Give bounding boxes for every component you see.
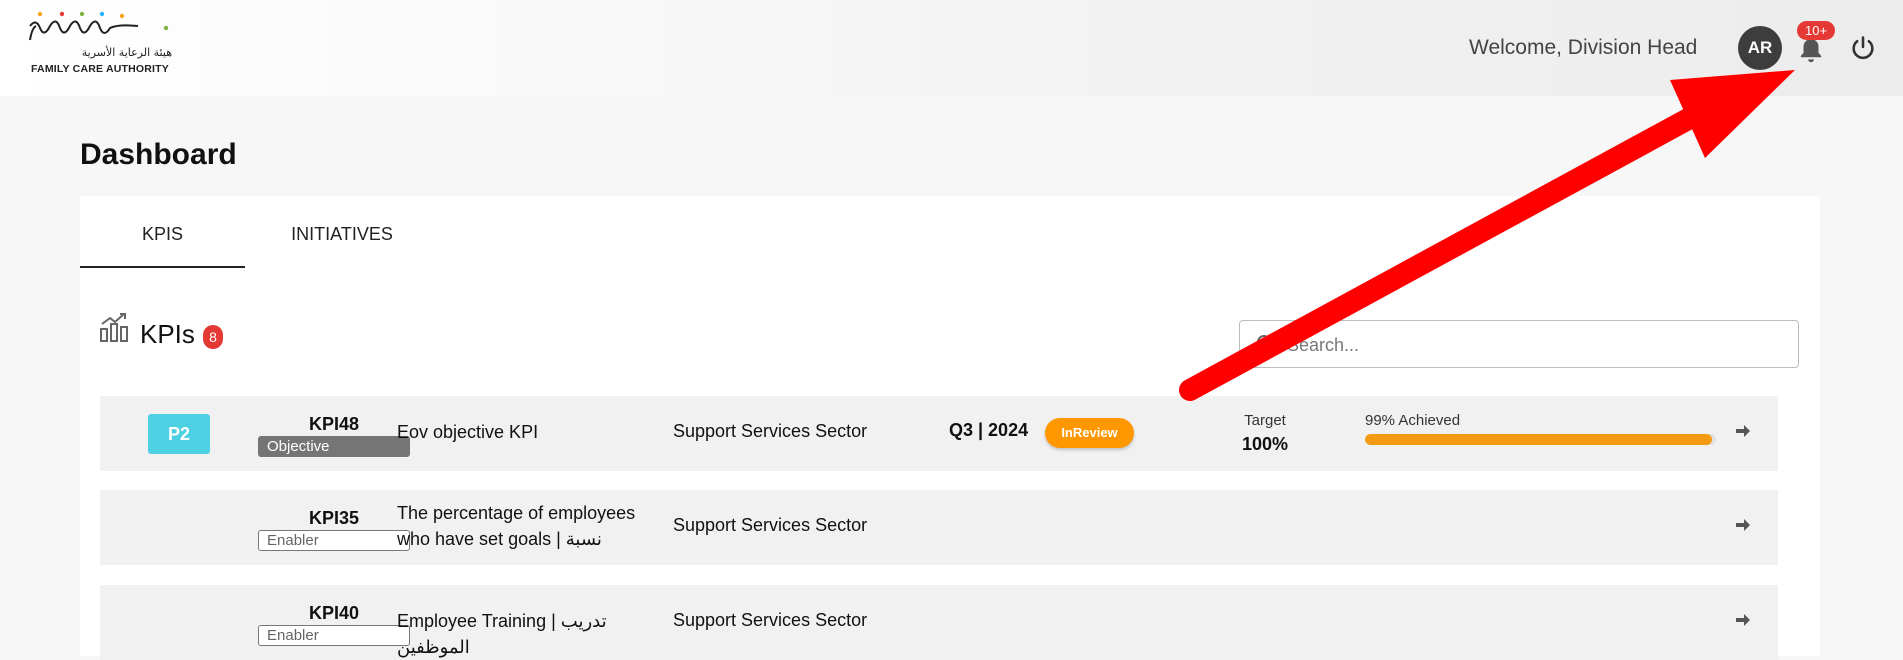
priority-badge: P2 <box>148 414 210 454</box>
kpi-code: KPI48 <box>308 414 360 434</box>
progress-fill <box>1365 434 1713 445</box>
target-value: 100% <box>1241 434 1289 454</box>
kpi-row[interactable]: P2 KPI48 Objective Eov objective KPI Sup… <box>100 396 1778 471</box>
kpi-type-tag: Enabler <box>258 625 410 646</box>
kpi-name: Employee Training | تدريب الموظفين <box>397 611 607 657</box>
kpi-count-badge: 8 <box>203 325 223 349</box>
welcome-text: Welcome, Division Head <box>1469 36 1698 59</box>
dashboard-panel: KPIS INITIATIVES KPIs 8 P2 KPI48 Objecti… <box>80 196 1820 660</box>
kpi-code: KPI40 <box>308 603 360 623</box>
tab-kpis[interactable]: KPIS <box>80 196 245 268</box>
page-title: Dashboard <box>80 138 237 171</box>
kpis-section-title: KPIs <box>140 319 195 349</box>
arrow-right-icon[interactable] <box>1734 422 1752 440</box>
power-icon[interactable] <box>1849 34 1877 62</box>
achieved-label: 99% Achieved <box>1365 412 1461 429</box>
target-label: Target <box>1244 412 1286 429</box>
notification-badge: 10+ <box>1797 21 1836 40</box>
search-input[interactable] <box>1285 323 1789 367</box>
chart-growth-icon <box>100 313 128 342</box>
arrow-right-icon[interactable] <box>1734 516 1752 534</box>
kpi-type-tag: Enabler <box>258 530 410 551</box>
kpi-sector: Support Services Sector <box>673 421 868 441</box>
user-avatar[interactable]: AR <box>1738 26 1782 70</box>
arrow-right-icon[interactable] <box>1734 611 1752 629</box>
brand-name-english: FAMILY CARE AUTHORITY <box>31 63 169 75</box>
kpi-name: The percentage of employees who have set… <box>397 503 636 549</box>
search-icon <box>1257 335 1275 353</box>
kpi-row[interactable]: KPI35 Enabler The percentage of employee… <box>100 490 1778 565</box>
tab-initiatives[interactable]: INITIATIVES <box>252 196 432 266</box>
kpi-row[interactable]: KPI40 Enabler Employee Training | تدريب … <box>100 585 1778 660</box>
kpi-sector: Support Services Sector <box>673 515 868 535</box>
kpi-sector: Support Services Sector <box>673 610 868 630</box>
progress-bar <box>1365 434 1716 445</box>
kpi-type-tag: Objective <box>258 436 410 457</box>
kpi-period: Q3 | 2024 <box>949 420 1029 440</box>
search-box <box>1239 320 1799 368</box>
status-badge: InReview <box>1045 418 1134 448</box>
top-header: هيئة الرعاية الأسرية FAMILY CARE AUTHORI… <box>0 0 1903 96</box>
kpi-code: KPI35 <box>308 508 360 528</box>
kpi-name: Eov objective KPI <box>397 422 539 442</box>
brand-name-arabic: هيئة الرعاية الأسرية <box>81 46 172 59</box>
